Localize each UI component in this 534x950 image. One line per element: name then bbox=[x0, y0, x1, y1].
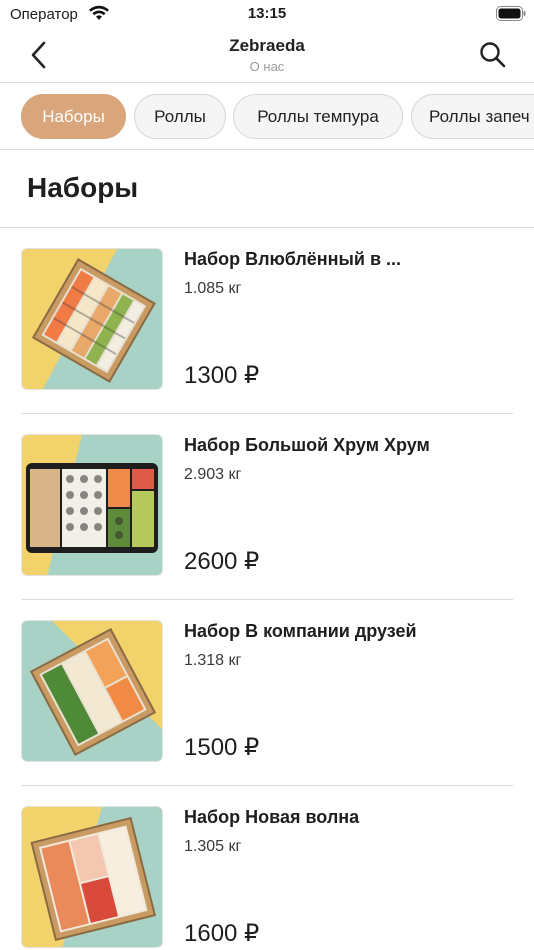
product-weight: 1.085 кг bbox=[184, 280, 242, 297]
product-name: Набор Влюблённый в ... bbox=[184, 249, 402, 269]
product-name: Набор В компании друзей bbox=[184, 621, 417, 641]
product-photo bbox=[21, 620, 163, 762]
product-weight: 2.903 кг bbox=[184, 466, 242, 483]
about-link[interactable]: О нас bbox=[0, 59, 534, 74]
product-price: 1600 ₽ bbox=[184, 920, 260, 947]
product-price: 1300 ₽ bbox=[184, 362, 260, 389]
product-name: Набор Новая волна bbox=[184, 807, 360, 827]
section-title: Наборы bbox=[27, 172, 139, 203]
tab-baked-rolls[interactable]: Роллы запеч bbox=[411, 94, 534, 139]
product-card[interactable]: Набор Новая волна 1.305 кг 1600 ₽ bbox=[0, 786, 534, 950]
product-card[interactable]: Набор Влюблённый в ... 1.085 кг 1300 ₽ bbox=[0, 228, 534, 414]
product-name: Набор Большой Хрум Хрум bbox=[184, 435, 430, 455]
status-bar: Оператор 13:15 bbox=[0, 0, 534, 28]
product-photo bbox=[21, 248, 163, 390]
search-icon[interactable] bbox=[478, 40, 508, 70]
battery-icon bbox=[496, 6, 526, 21]
product-weight: 1.318 кг bbox=[184, 652, 242, 669]
restaurant-title: Zebraeda bbox=[229, 36, 305, 55]
product-price: 1500 ₽ bbox=[184, 734, 260, 761]
product-card[interactable]: Набор В компании друзей 1.318 кг 1500 ₽ bbox=[0, 600, 534, 786]
product-weight: 1.305 кг bbox=[184, 838, 242, 855]
product-card[interactable]: Набор Большой Хрум Хрум 2.903 кг 2600 ₽ bbox=[0, 414, 534, 600]
tab-tempura-rolls[interactable]: Роллы темпура bbox=[233, 94, 403, 139]
product-photo bbox=[21, 806, 163, 948]
navigation-bar: Zebraeda О нас bbox=[0, 28, 534, 83]
tab-sets[interactable]: Наборы bbox=[21, 94, 126, 139]
clock: 13:15 bbox=[247, 5, 287, 22]
category-tabs: Наборы Роллы Роллы темпура Роллы запеч bbox=[0, 83, 534, 150]
tab-rolls[interactable]: Роллы bbox=[134, 94, 226, 139]
product-photo bbox=[21, 434, 163, 576]
product-price: 2600 ₽ bbox=[184, 548, 260, 575]
